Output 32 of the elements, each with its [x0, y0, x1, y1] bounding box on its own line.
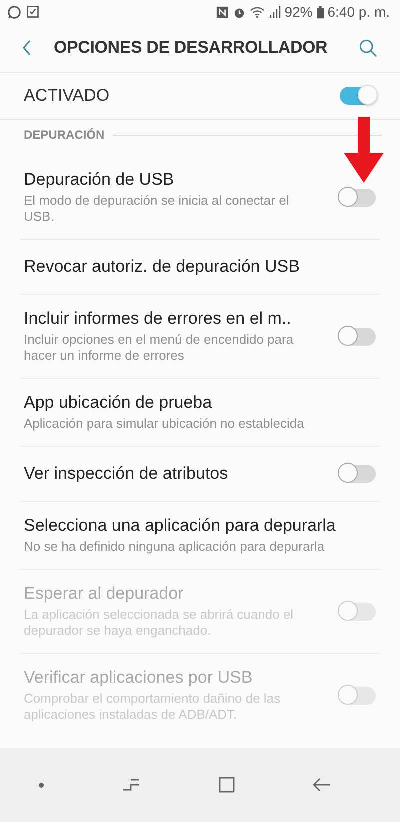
- setting-title[interactable]: App ubicación de prueba: [24, 393, 376, 413]
- setting-description: Aplicación para simular ubicación no establecida: [24, 416, 306, 432]
- setting-description: Incluir opciones en el menú de encendido para hacer un informe de errores: [24, 332, 295, 364]
- setting-title[interactable]: Revocar autoriz. de depuración USB: [24, 257, 376, 277]
- toggle-switch[interactable]: [340, 465, 376, 483]
- setting-title[interactable]: Selecciona una aplicación para depurarla: [24, 516, 376, 536]
- setting-title[interactable]: Incluir informes de errores en el m..: [24, 309, 330, 329]
- setting-title[interactable]: Ver inspección de atributos: [24, 464, 330, 484]
- setting-description: No se ha definido ninguna aplicación para depurarla: [24, 539, 326, 555]
- back-icon[interactable]: [22, 40, 32, 56]
- nfc-icon: [216, 6, 229, 18]
- search-icon[interactable]: [359, 38, 378, 58]
- screen-title: OPCIONES DE DESARROLLADOR: [54, 38, 329, 58]
- setting-title[interactable]: Depuración de USB: [24, 170, 330, 190]
- setting-description: El modo de depuración se inicia al conectar el USB.: [24, 193, 290, 225]
- toggle-switch[interactable]: [340, 328, 376, 346]
- recent-apps-icon[interactable]: [122, 778, 140, 792]
- dot-icon: [39, 782, 44, 788]
- battery-percent: 92%: [284, 4, 313, 20]
- back-arrow-icon[interactable]: [312, 778, 331, 792]
- battery-icon: [316, 6, 324, 18]
- down-arrow: [344, 117, 384, 183]
- home-icon[interactable]: [218, 777, 235, 793]
- wifi-icon: [250, 6, 265, 18]
- section-heading: DEPURACIÓN: [24, 128, 105, 142]
- toggle-switch[interactable]: [340, 188, 376, 206]
- checkbox-icon: [26, 5, 40, 19]
- master-toggle[interactable]: [340, 87, 376, 105]
- clock: 6:40 p. m.: [328, 4, 390, 20]
- master-switch-label: ACTIVADO: [24, 86, 111, 106]
- chat-icon: [7, 4, 22, 20]
- signal-icon: [268, 6, 281, 18]
